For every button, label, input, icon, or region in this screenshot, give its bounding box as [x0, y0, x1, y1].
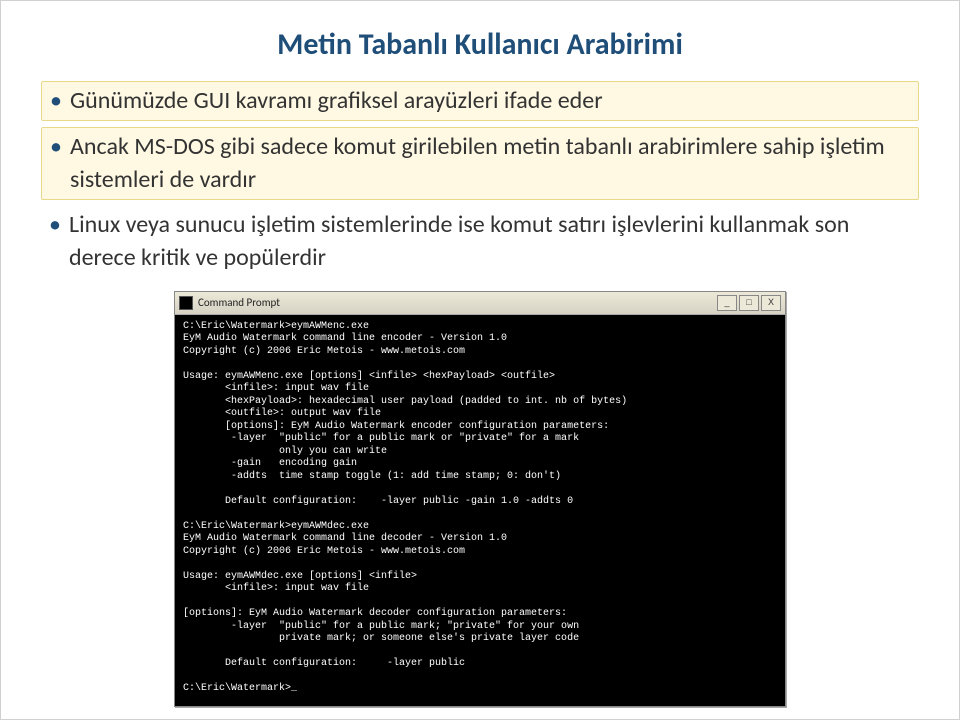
bullet-list: Günümüzde GUI kavramı grafiksel arayüzle… — [41, 81, 919, 277]
bullet-item: Linux veya sunucu işletim sistemlerinde … — [41, 206, 919, 277]
terminal-container: Command Prompt _ □ X C:\Eric\Watermark>e… — [41, 291, 919, 707]
minimize-button[interactable]: _ — [717, 295, 737, 311]
titlebar-left: Command Prompt — [179, 296, 280, 310]
close-button[interactable]: X — [761, 295, 781, 311]
slide: Metin Tabanlı Kullanıcı Arabirimi Günümü… — [0, 0, 960, 720]
bullet-item: Günümüzde GUI kavramı grafiksel arayüzle… — [41, 81, 919, 121]
cmd-icon — [179, 296, 193, 310]
command-prompt-window: Command Prompt _ □ X C:\Eric\Watermark>e… — [174, 291, 786, 707]
bullet-item: Ancak MS-DOS gibi sadece komut girilebil… — [41, 127, 919, 200]
window-title: Command Prompt — [198, 296, 280, 309]
window-buttons: _ □ X — [717, 295, 781, 311]
slide-title: Metin Tabanlı Kullanıcı Arabirimi — [41, 26, 919, 63]
window-titlebar: Command Prompt _ □ X — [175, 292, 785, 315]
terminal-body: C:\Eric\Watermark>eymAWMenc.exe EyM Audi… — [175, 315, 785, 706]
maximize-button[interactable]: □ — [739, 295, 759, 311]
